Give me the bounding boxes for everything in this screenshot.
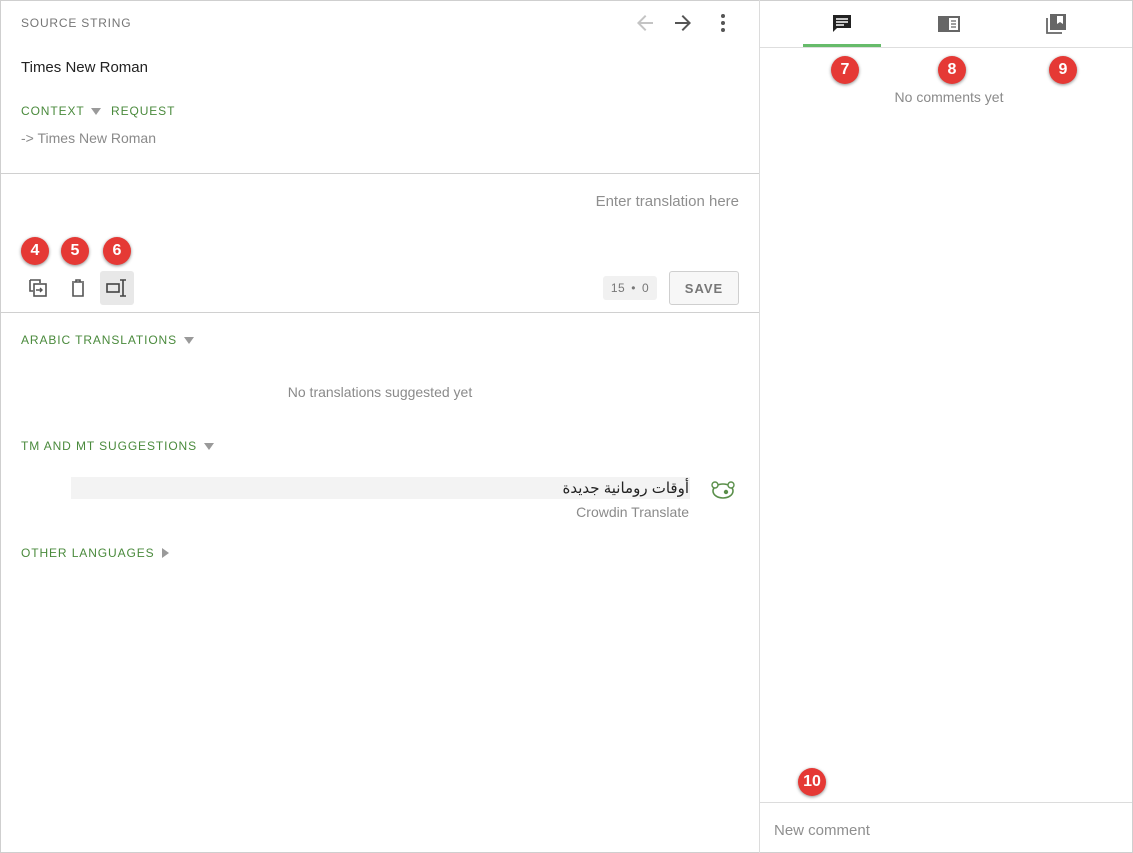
crowdin-translate-icon [710, 479, 736, 501]
chevron-down-icon [184, 336, 195, 344]
bookmark-stack-icon [1046, 14, 1066, 34]
source-string-label: SOURCE STRING [21, 16, 132, 30]
arabic-translations-toggle[interactable]: ARABIC TRANSLATIONS [21, 333, 195, 347]
trash-icon [72, 279, 84, 297]
callout-badge-placeholder: 6 [103, 237, 131, 265]
suggestion-source: Crowdin Translate [576, 504, 689, 520]
callout-badge-copy: 4 [21, 237, 49, 265]
arrow-left-icon [637, 15, 653, 31]
next-string-button[interactable] [671, 11, 695, 35]
section-title: ARABIC TRANSLATIONS [21, 333, 178, 347]
request-context-link[interactable]: REQUEST [111, 104, 175, 118]
save-button[interactable]: SAVE [669, 271, 739, 305]
more-vertical-icon [721, 14, 725, 32]
callout-badge-glossary: 8 [938, 56, 966, 84]
text-cursor-icon [106, 279, 126, 297]
tab-translation-memory[interactable] [1017, 1, 1095, 47]
counter-separator: • [631, 281, 636, 295]
context-text: -> Times New Roman [21, 130, 156, 146]
tab-comments[interactable] [803, 1, 881, 47]
insert-placeholder-button[interactable] [100, 271, 134, 305]
tm-mt-suggestions-toggle[interactable]: TM AND MT SUGGESTIONS [21, 439, 215, 453]
editor-right-panel: 7 8 9 No comments yet 10 [760, 1, 1132, 852]
counter-source-length: 15 [610, 281, 626, 295]
arrow-right-icon [675, 15, 691, 31]
previous-string-button[interactable] [633, 11, 657, 35]
other-languages-toggle[interactable]: OTHER LANGUAGES [21, 546, 169, 560]
context-label: CONTEXT [21, 104, 85, 118]
section-title: TM AND MT SUGGESTIONS [21, 439, 198, 453]
suggestion-text[interactable]: أوقات رومانية جديدة [71, 479, 690, 497]
translation-input[interactable] [21, 183, 739, 219]
context-toggle[interactable]: CONTEXT [21, 104, 101, 118]
copy-source-button[interactable] [21, 271, 55, 305]
callout-badge-new-comment: 10 [798, 768, 826, 796]
no-comments-message: No comments yet [894, 89, 1004, 105]
source-string-text: Times New Roman [21, 59, 148, 76]
no-translations-message: No translations suggested yet [287, 384, 473, 400]
section-title: OTHER LANGUAGES [21, 546, 155, 560]
chevron-right-icon [161, 548, 169, 558]
divider [760, 47, 1132, 48]
more-options-button[interactable] [711, 11, 735, 35]
callout-badge-tm: 9 [1049, 56, 1077, 84]
glossary-book-icon [938, 16, 960, 32]
new-comment-input[interactable] [774, 817, 1114, 843]
tab-glossary[interactable] [910, 1, 988, 47]
callout-badge-clear: 5 [61, 237, 89, 265]
copy-source-icon [29, 279, 47, 297]
editor-left-panel: SOURCE STRING Times New Roman CONTEXT RE… [1, 1, 759, 852]
clear-translation-button[interactable] [61, 271, 95, 305]
divider [1, 173, 759, 174]
callout-badge-comments: 7 [831, 56, 859, 84]
chevron-down-icon [90, 107, 101, 115]
divider [1, 312, 759, 313]
divider [760, 802, 1132, 803]
character-counter: 15 • 0 [603, 276, 657, 300]
chevron-down-icon [204, 442, 215, 450]
comment-icon [833, 15, 851, 32]
counter-translation-length: 0 [641, 281, 650, 295]
